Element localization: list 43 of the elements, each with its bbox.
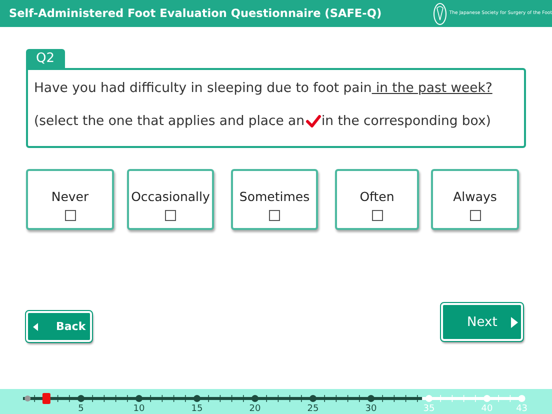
instruction-text: (select the one that applies and place an xyxy=(34,114,304,129)
checkbox[interactable] xyxy=(470,210,480,221)
progress-tick-label: 15 xyxy=(191,404,203,414)
start-dot xyxy=(24,396,31,402)
progress-tick-label: 25 xyxy=(307,404,319,414)
progress-tick-label: 20 xyxy=(249,404,261,414)
society-emblem-icon xyxy=(433,2,448,26)
checkbox[interactable] xyxy=(165,210,176,221)
answer-option[interactable]: Often xyxy=(335,169,419,230)
back-button[interactable]: Back xyxy=(26,311,92,342)
answer-option[interactable]: Occasionally xyxy=(127,169,214,230)
progress-tick-label: 30 xyxy=(365,404,377,414)
milestone-dot xyxy=(194,395,200,402)
milestone-dot xyxy=(136,395,142,402)
option-label: Never xyxy=(51,189,89,204)
instruction-text: in the corresponding box) xyxy=(322,114,491,129)
checkmark-icon xyxy=(306,115,320,128)
current-position-handle[interactable] xyxy=(42,393,50,404)
checkbox[interactable] xyxy=(64,210,76,221)
answer-option[interactable]: Always xyxy=(431,169,519,230)
left-triangle-icon xyxy=(33,322,38,330)
milestone-dot xyxy=(310,395,316,402)
milestone-dot xyxy=(78,395,84,402)
progress-tick-label: 35 xyxy=(423,404,435,414)
option-label: Occasionally xyxy=(131,189,210,204)
progress-tick-label: 5 xyxy=(78,404,84,414)
progress-tick-label: 43 xyxy=(516,404,528,414)
answer-option[interactable]: Never xyxy=(26,169,114,230)
progress-tick-label: 40 xyxy=(481,404,493,414)
answer-option[interactable]: Sometimes xyxy=(231,169,318,230)
question-number-tag: Q2 xyxy=(26,49,65,68)
app-title: Self-Administered Foot Evaluation Questionnaire (SAFE-Q) xyxy=(9,7,382,20)
progress-tick-label: 10 xyxy=(133,404,145,414)
checkbox[interactable] xyxy=(269,210,280,221)
right-triangle-icon xyxy=(511,316,518,328)
option-label: Sometimes xyxy=(239,189,310,204)
next-button[interactable]: Next xyxy=(441,303,523,341)
milestone-dot xyxy=(252,395,258,402)
option-label: Often xyxy=(360,189,394,204)
option-label: Always xyxy=(453,189,497,204)
milestone-dot xyxy=(368,395,374,402)
question-text: Have you had difficulty in sleeping due to foot pain in the past week? xyxy=(34,81,494,96)
checkbox[interactable] xyxy=(372,210,382,221)
